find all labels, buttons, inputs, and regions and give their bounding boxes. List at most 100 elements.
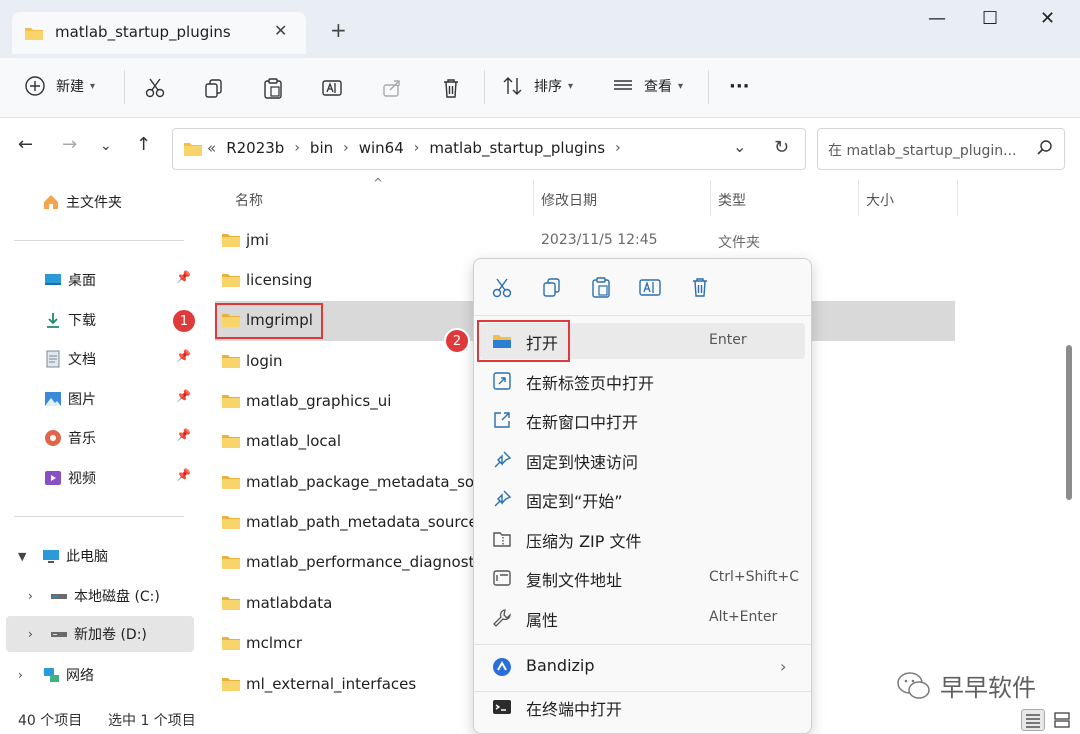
sidebar-divider [14,516,184,517]
share-icon[interactable] [381,74,403,102]
pin-icon [494,451,512,468]
file-name: matlab_package_metadata_sour [246,473,486,491]
annotation-badge-2: 2 [444,328,470,354]
sidebar-item-label: 网络 [66,668,94,684]
sidebar-item-drive-d[interactable]: › 新加卷 (D:) [6,616,194,652]
more-options-button[interactable]: ··· [729,72,750,100]
sidebar-item-documents[interactable]: 文档 [44,341,239,377]
column-divider[interactable] [858,180,859,216]
column-divider[interactable] [957,180,958,216]
paste-icon[interactable] [262,74,284,102]
context-menu-label: Bandizip [526,656,595,675]
maximize-button[interactable]: ☐ [982,8,998,29]
breadcrumb-overflow[interactable]: « [207,139,216,157]
breadcrumb-matlab-startup-plugins[interactable]: matlab_startup_plugins [429,139,605,157]
breadcrumb-bin[interactable]: bin [310,139,333,157]
sidebar-item-this-pc[interactable]: ▼ 此电脑 [18,538,213,574]
column-divider[interactable] [710,180,711,216]
sidebar-item-network[interactable]: › 网络 [18,657,213,693]
context-menu-compress-zip[interactable]: 压缩为 ZIP 文件 [480,521,805,557]
column-header-type[interactable]: 类型 [718,190,746,210]
pin-icon[interactable]: 📌 [176,349,191,363]
new-button[interactable]: 新建 ▾ [24,72,95,100]
chevron-right-icon[interactable]: › [414,140,420,156]
bandizip-icon [493,658,511,676]
sidebar-item-label: 此电脑 [66,549,108,565]
up-arrow-icon[interactable]: ↑ [136,134,151,155]
context-menu-properties[interactable]: 属性 Alt+Enter [480,600,805,636]
folder-icon [222,395,240,408]
forward-arrow-icon[interactable]: → [62,134,77,155]
address-bar[interactable]: « R2023b › bin › win64 › matlab_startup_… [172,128,806,170]
rename-icon[interactable] [636,273,664,301]
refresh-icon[interactable]: ↻ [774,137,789,158]
sort-button[interactable]: 排序 ▾ [502,72,573,100]
copy-icon[interactable] [203,74,225,102]
new-tab-button[interactable]: + [330,18,347,42]
pin-icon[interactable]: 📌 [176,389,191,403]
details-view-button[interactable] [1021,709,1045,731]
file-row[interactable]: jmi 2023/11/5 12:45 文件夹 [215,221,955,261]
minimize-button[interactable]: — [928,8,946,29]
view-button[interactable]: 查看 ▾ [612,72,683,100]
breadcrumb-win64[interactable]: win64 [359,139,404,157]
context-menu-open-new-tab[interactable]: 在新标签页中打开 [480,363,805,399]
open-new-tab-icon [493,372,511,390]
file-name: mclmcr [246,634,303,652]
sidebar-item-desktop[interactable]: 桌面 [44,262,239,298]
delete-icon[interactable] [440,74,462,102]
vertical-scrollbar[interactable] [1066,345,1072,500]
sidebar-item-label: 下载 [68,313,96,329]
wechat-icon [897,671,930,699]
column-header-name[interactable]: 名称 [235,190,263,210]
chevron-right-icon[interactable]: › [343,140,349,156]
close-window-button[interactable]: ✕ [1040,8,1055,29]
file-name: matlab_graphics_ui [246,392,392,410]
file-type: 文件夹 [718,235,760,251]
paste-icon[interactable] [587,273,615,301]
chevron-right-icon[interactable]: › [28,627,50,641]
context-menu-open-new-window[interactable]: 在新窗口中打开 [480,402,805,438]
recent-locations-icon[interactable]: ⌄ [100,138,112,154]
chevron-down-icon[interactable]: ▼ [18,550,42,563]
selected-count: 选中 1 个项目 [108,713,196,729]
sidebar-divider [14,240,184,241]
pin-icon[interactable]: 📌 [176,270,191,284]
chevron-right-icon[interactable]: › [18,668,42,682]
pin-icon[interactable]: 📌 [176,428,191,442]
column-header-date[interactable]: 修改日期 [541,190,597,210]
context-menu-copy-path[interactable]: 复制文件地址 Ctrl+Shift+C [480,560,805,596]
folder-icon [25,28,43,40]
search-box[interactable]: 在 matlab_startup_plugin... [817,128,1065,170]
cut-icon[interactable] [144,74,166,102]
search-placeholder[interactable]: 在 matlab_startup_plugin... [828,140,1028,160]
delete-icon[interactable] [686,273,714,301]
cut-icon[interactable] [488,273,516,301]
sidebar-item-drive-c[interactable]: › 本地磁盘 (C:) [28,578,223,614]
pin-icon[interactable]: 📌 [176,468,191,482]
address-dropdown-icon[interactable]: ⌄ [733,137,746,156]
chevron-right-icon[interactable]: › [28,589,50,603]
sidebar-item-pictures[interactable]: 图片 [44,381,239,417]
sort-ascending-icon: ^ [373,176,384,190]
rename-icon[interactable] [321,74,343,102]
chevron-right-icon[interactable]: › [615,140,621,156]
sidebar-item-home[interactable]: 主文件夹 [42,184,237,220]
sidebar-item-music[interactable]: 音乐 [44,420,239,456]
copy-icon[interactable] [538,273,566,301]
back-arrow-icon[interactable]: ← [18,134,33,155]
sidebar-item-downloads[interactable]: 下载 [44,302,239,338]
tiles-view-button[interactable] [1050,709,1074,731]
sidebar-item-label: 本地磁盘 (C:) [74,589,160,605]
close-tab-icon[interactable]: ✕ [274,21,287,40]
breadcrumb-r2023b[interactable]: R2023b [226,139,284,157]
chevron-right-icon[interactable]: › [294,140,300,156]
sidebar-item-videos[interactable]: 视频 [44,460,239,496]
column-header-size[interactable]: 大小 [866,190,894,210]
context-menu-bandizip[interactable]: Bandizip › [480,649,805,685]
sidebar-item-label: 图片 [68,392,96,408]
context-menu-pin-quick-access[interactable]: 固定到快速访问 [480,442,805,478]
context-menu-pin-start[interactable]: 固定到“开始” [480,481,805,517]
column-divider[interactable] [533,180,534,216]
tab-matlab-startup-plugins[interactable]: matlab_startup_plugins ✕ [12,12,306,54]
